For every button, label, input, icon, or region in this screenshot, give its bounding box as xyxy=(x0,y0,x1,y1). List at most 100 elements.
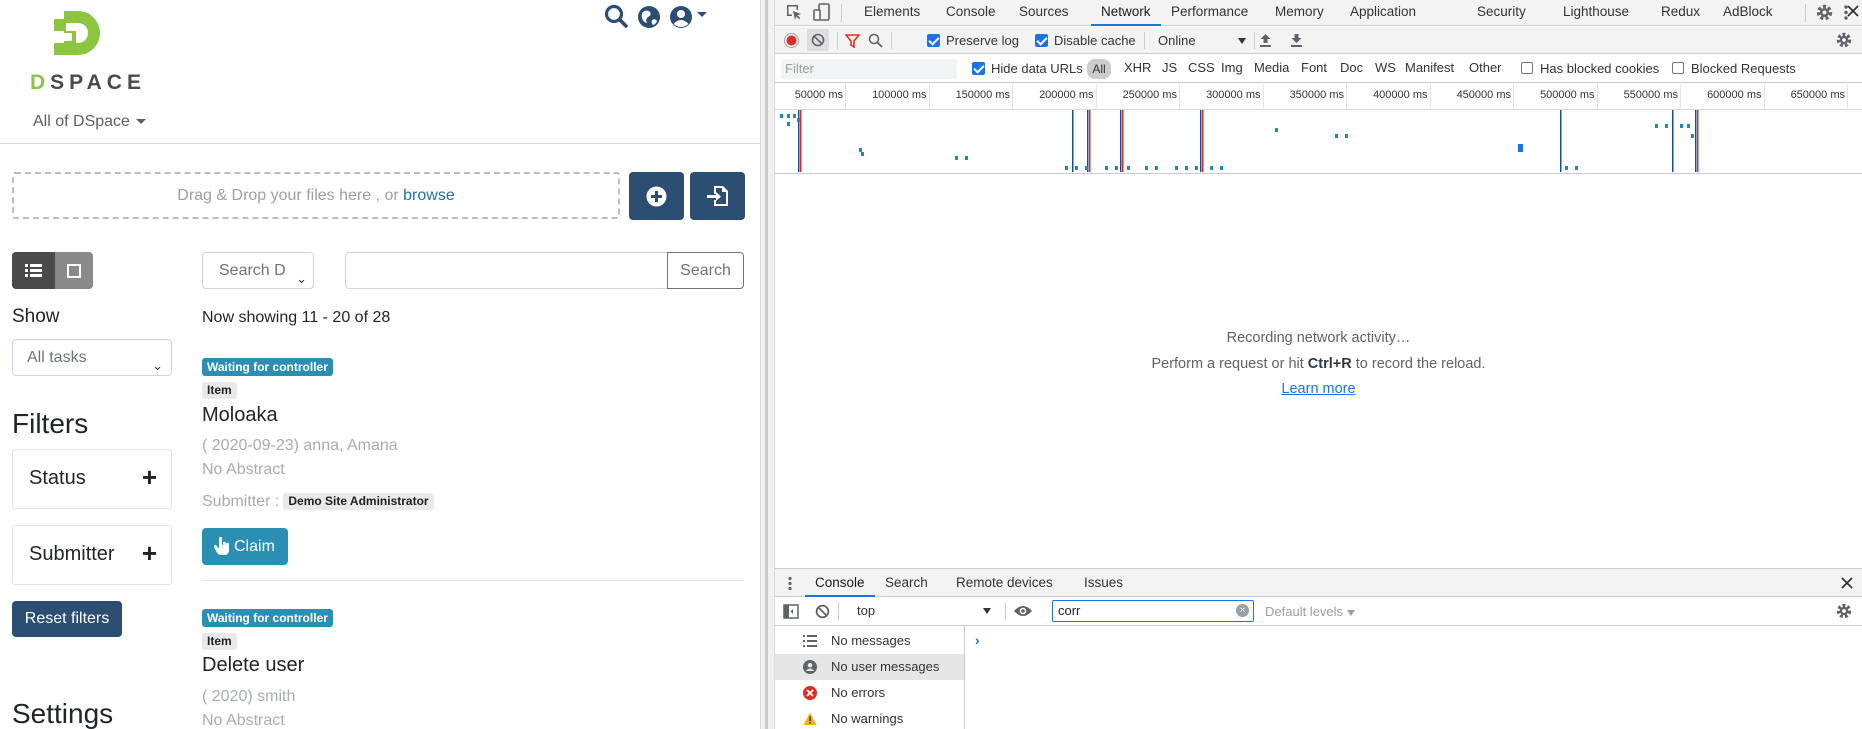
blocked-requests-checbox[interactable] xyxy=(1672,62,1684,74)
filter-type-manifest[interactable]: Manifest xyxy=(1405,60,1454,75)
filter-type-other[interactable]: Other xyxy=(1469,60,1502,75)
tab-lighthouse[interactable]: Lighthouse xyxy=(1563,0,1629,26)
search-scope-select[interactable]: Search D ⌄ xyxy=(202,252,314,289)
item-title-link[interactable]: Delete user xyxy=(202,654,304,677)
has-blocked-cookies-checkbox[interactable] xyxy=(1521,62,1533,74)
item-title-link[interactable]: Moloaka xyxy=(202,404,278,427)
plus-icon[interactable]: + xyxy=(142,538,157,569)
filter-type-doc[interactable]: Doc xyxy=(1340,60,1363,75)
tab-performance[interactable]: Performance xyxy=(1171,0,1248,26)
clear-button[interactable] xyxy=(807,29,829,51)
claim-button[interactable]: Claim xyxy=(202,528,288,565)
log-levels-select[interactable]: Default levels xyxy=(1265,604,1355,619)
hide-data-urls-label: Hide data URLs xyxy=(991,61,1083,76)
import-button[interactable] xyxy=(690,172,745,220)
dropdown-arrow-icon xyxy=(983,608,991,614)
preserve-log-checkbox[interactable] xyxy=(927,34,940,47)
clear-console-icon[interactable] xyxy=(815,604,830,619)
drawer-close-icon[interactable] xyxy=(1841,577,1853,589)
tab-memory[interactable]: Memory xyxy=(1275,0,1324,26)
tab-redux[interactable]: Redux xyxy=(1661,0,1700,26)
tab-sources[interactable]: Sources xyxy=(1019,0,1069,26)
filter-type-js[interactable]: JS xyxy=(1162,60,1177,75)
tab-application[interactable]: Application xyxy=(1350,0,1416,26)
timeline-request-mark xyxy=(1185,166,1188,170)
search-button[interactable]: Search xyxy=(667,252,744,289)
drawer-tab-remote-devices[interactable]: Remote devices xyxy=(956,569,1053,597)
console-settings-gear-icon[interactable] xyxy=(1836,603,1852,619)
record-icon[interactable] xyxy=(784,33,799,48)
context-select[interactable]: top xyxy=(847,601,997,621)
timeline-overview[interactable] xyxy=(775,110,1862,174)
tab-elements[interactable]: Elements xyxy=(864,0,920,26)
gear-icon[interactable] xyxy=(1816,4,1833,21)
tab-network[interactable]: Network xyxy=(1091,0,1161,26)
browse-link[interactable]: browse xyxy=(403,187,455,204)
drawer-tab-issues[interactable]: Issues xyxy=(1084,569,1123,597)
console-prompt-chevron[interactable]: › xyxy=(975,632,980,648)
timeline-request-mark xyxy=(1105,166,1108,170)
add-submission-button[interactable] xyxy=(629,172,684,220)
result-count: Now showing 11 - 20 of 28 xyxy=(202,309,391,326)
hide-data-urls-checkbox[interactable] xyxy=(972,62,985,75)
filter-type-font[interactable]: Font xyxy=(1301,60,1327,75)
filter-type-css[interactable]: CSS xyxy=(1188,60,1215,75)
console-filter-input[interactable]: corr × xyxy=(1052,600,1254,622)
list-view-toggle[interactable] xyxy=(12,252,55,289)
import-file-icon xyxy=(707,186,728,206)
sidebar-item-messages[interactable]: No messages xyxy=(775,628,964,654)
dropzone-text: Drag & Drop your files here , or xyxy=(177,187,404,204)
devtools-panel: Elements Console Sources Network Perform… xyxy=(775,0,1862,729)
network-settings-gear-icon[interactable] xyxy=(1836,32,1852,48)
chevron-down-icon[interactable] xyxy=(696,11,708,19)
grid-view-toggle[interactable] xyxy=(55,252,93,289)
device-toolbar-icon[interactable] xyxy=(813,3,831,22)
search-icon[interactable] xyxy=(868,33,883,48)
tab-console[interactable]: Console xyxy=(946,0,996,26)
disable-cache-checkbox[interactable] xyxy=(1035,34,1048,47)
select-chevron-icon: ⌄ xyxy=(296,271,307,286)
task-filter-select[interactable]: All tasks ⌄ xyxy=(12,339,172,376)
close-icon[interactable] xyxy=(1847,5,1859,17)
user-icon[interactable] xyxy=(668,4,694,30)
filter-type-media[interactable]: Media xyxy=(1254,60,1289,75)
facet-status[interactable]: Status + xyxy=(12,449,172,509)
list-icon xyxy=(25,264,42,277)
globe-icon[interactable] xyxy=(636,4,662,30)
learn-more-link[interactable]: Learn more xyxy=(775,381,1862,397)
sidebar-toggle-icon[interactable] xyxy=(783,604,799,619)
filter-type-ws[interactable]: WS xyxy=(1375,60,1396,75)
drawer-menu-icon[interactable] xyxy=(787,576,793,591)
plus-icon[interactable]: + xyxy=(142,462,157,493)
blocked-requests-label: Blocked Requests xyxy=(1691,61,1796,76)
filter-type-all[interactable]: All xyxy=(1087,59,1111,79)
sidebar-item-errors[interactable]: No errors xyxy=(775,680,964,706)
panel-splitter[interactable] xyxy=(760,0,775,729)
import-har-icon[interactable] xyxy=(1259,33,1272,48)
filter-type-img[interactable]: Img xyxy=(1221,60,1243,75)
reset-filters-button[interactable]: Reset filters xyxy=(12,601,122,637)
facet-submitter[interactable]: Submitter + xyxy=(12,525,172,585)
throttling-select[interactable]: Online xyxy=(1158,33,1246,48)
search-input[interactable] xyxy=(345,252,668,289)
timeline-request-mark xyxy=(1565,166,1568,170)
drawer-tab-console[interactable]: Console xyxy=(805,569,875,597)
tab-security[interactable]: Security xyxy=(1477,0,1526,26)
clear-filter-icon[interactable]: × xyxy=(1236,604,1249,617)
sidebar-item-user-messages[interactable]: No user messages xyxy=(775,654,964,680)
eye-icon[interactable] xyxy=(1013,604,1033,618)
splitter-grip[interactable] xyxy=(765,0,768,729)
sidebar-item-warnings[interactable]: No warnings xyxy=(775,706,964,729)
scope-selector[interactable]: All of DSpace xyxy=(33,113,146,131)
timeline-request-mark xyxy=(861,152,864,156)
drawer-tab-search[interactable]: Search xyxy=(885,569,928,597)
network-filter-input[interactable]: Filter xyxy=(781,59,957,79)
toolbar-divider xyxy=(1005,602,1006,620)
inspect-element-icon[interactable] xyxy=(786,4,803,21)
filter-funnel-icon[interactable] xyxy=(845,34,860,48)
export-har-icon[interactable] xyxy=(1290,33,1303,48)
file-dropzone[interactable]: Drag & Drop your files here , or browse xyxy=(12,172,620,219)
search-icon[interactable] xyxy=(604,4,630,30)
filter-type-xhr[interactable]: XHR xyxy=(1124,60,1151,75)
tab-adblock[interactable]: AdBlock xyxy=(1723,0,1773,26)
